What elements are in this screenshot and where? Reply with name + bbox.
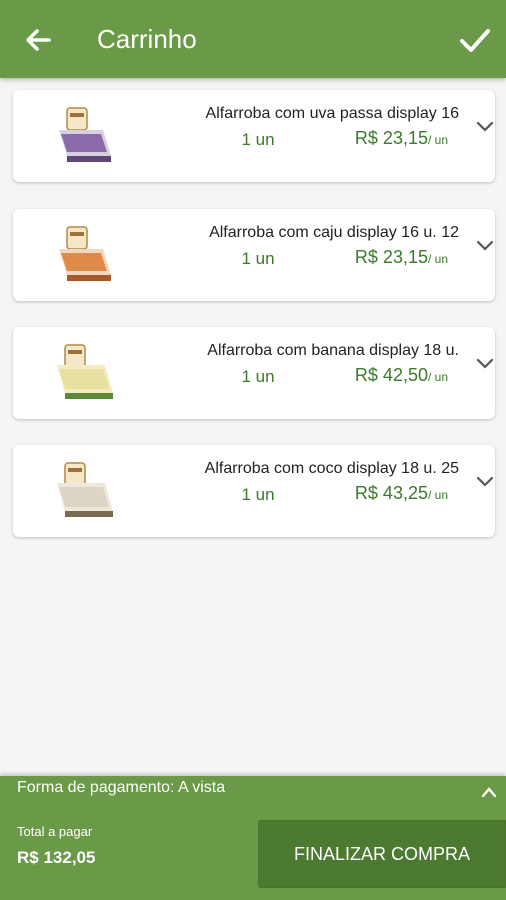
price-amount: R$ 43,25 bbox=[354, 483, 428, 503]
payment-method-label: Forma de pagamento: A vista bbox=[17, 779, 226, 796]
product-image bbox=[57, 462, 113, 517]
arrow-left-icon[interactable] bbox=[22, 24, 54, 56]
finish-purchase-button[interactable]: FINALIZAR COMPRA bbox=[258, 820, 506, 888]
chevron-down-icon[interactable] bbox=[475, 357, 495, 371]
product-quantity: 1 un bbox=[241, 249, 275, 268]
product-price: R$ 42,50/ un bbox=[313, 365, 448, 386]
product-name: Alfarroba com uva passa display 16 bbox=[205, 105, 459, 122]
cart-item[interactable]: Alfarroba com uva passa display 16 1 un … bbox=[13, 90, 495, 182]
product-quantity: 1 un bbox=[241, 485, 275, 504]
price-unit: / un bbox=[427, 252, 448, 266]
product-price: R$ 43,25/ un bbox=[313, 483, 448, 504]
price-amount: R$ 23,15 bbox=[354, 128, 428, 148]
product-image bbox=[59, 226, 111, 281]
price-amount: R$ 23,15 bbox=[354, 247, 428, 267]
check-icon[interactable] bbox=[458, 24, 492, 56]
chevron-up-icon[interactable] bbox=[480, 786, 498, 798]
product-price: R$ 23,15/ un bbox=[313, 247, 448, 268]
product-image bbox=[57, 344, 113, 399]
cart-item[interactable]: Alfarroba com banana display 18 u. 1 un … bbox=[13, 327, 495, 419]
chevron-down-icon[interactable] bbox=[475, 475, 495, 489]
price-unit: / un bbox=[427, 370, 448, 384]
page-title: Carrinho bbox=[97, 24, 197, 54]
cart-item[interactable]: Alfarroba com caju display 16 u. 12 1 un… bbox=[13, 209, 495, 301]
price-unit: / un bbox=[427, 488, 448, 502]
product-name: Alfarroba com caju display 16 u. 12 bbox=[209, 224, 459, 241]
total-value: R$ 132,05 bbox=[17, 848, 96, 867]
app-bar: Carrinho bbox=[0, 0, 506, 78]
product-quantity: 1 un bbox=[241, 367, 275, 386]
price-unit: / un bbox=[427, 133, 448, 147]
payment-method-selector[interactable]: Forma de pagamento: A vista bbox=[0, 776, 506, 808]
price-amount: R$ 42,50 bbox=[354, 365, 428, 385]
product-name: Alfarroba com banana display 18 u. bbox=[207, 342, 459, 359]
total-label: Total a pagar bbox=[17, 824, 93, 839]
checkout-footer: Forma de pagamento: A vista Total a paga… bbox=[0, 776, 506, 900]
chevron-down-icon[interactable] bbox=[475, 239, 495, 253]
cart-item[interactable]: Alfarroba com coco display 18 u. 25 1 un… bbox=[13, 445, 495, 537]
product-image bbox=[59, 107, 111, 162]
product-quantity: 1 un bbox=[241, 130, 275, 149]
product-price: R$ 23,15/ un bbox=[313, 128, 448, 149]
product-name: Alfarroba com coco display 18 u. 25 bbox=[204, 460, 459, 477]
chevron-down-icon[interactable] bbox=[475, 120, 495, 134]
